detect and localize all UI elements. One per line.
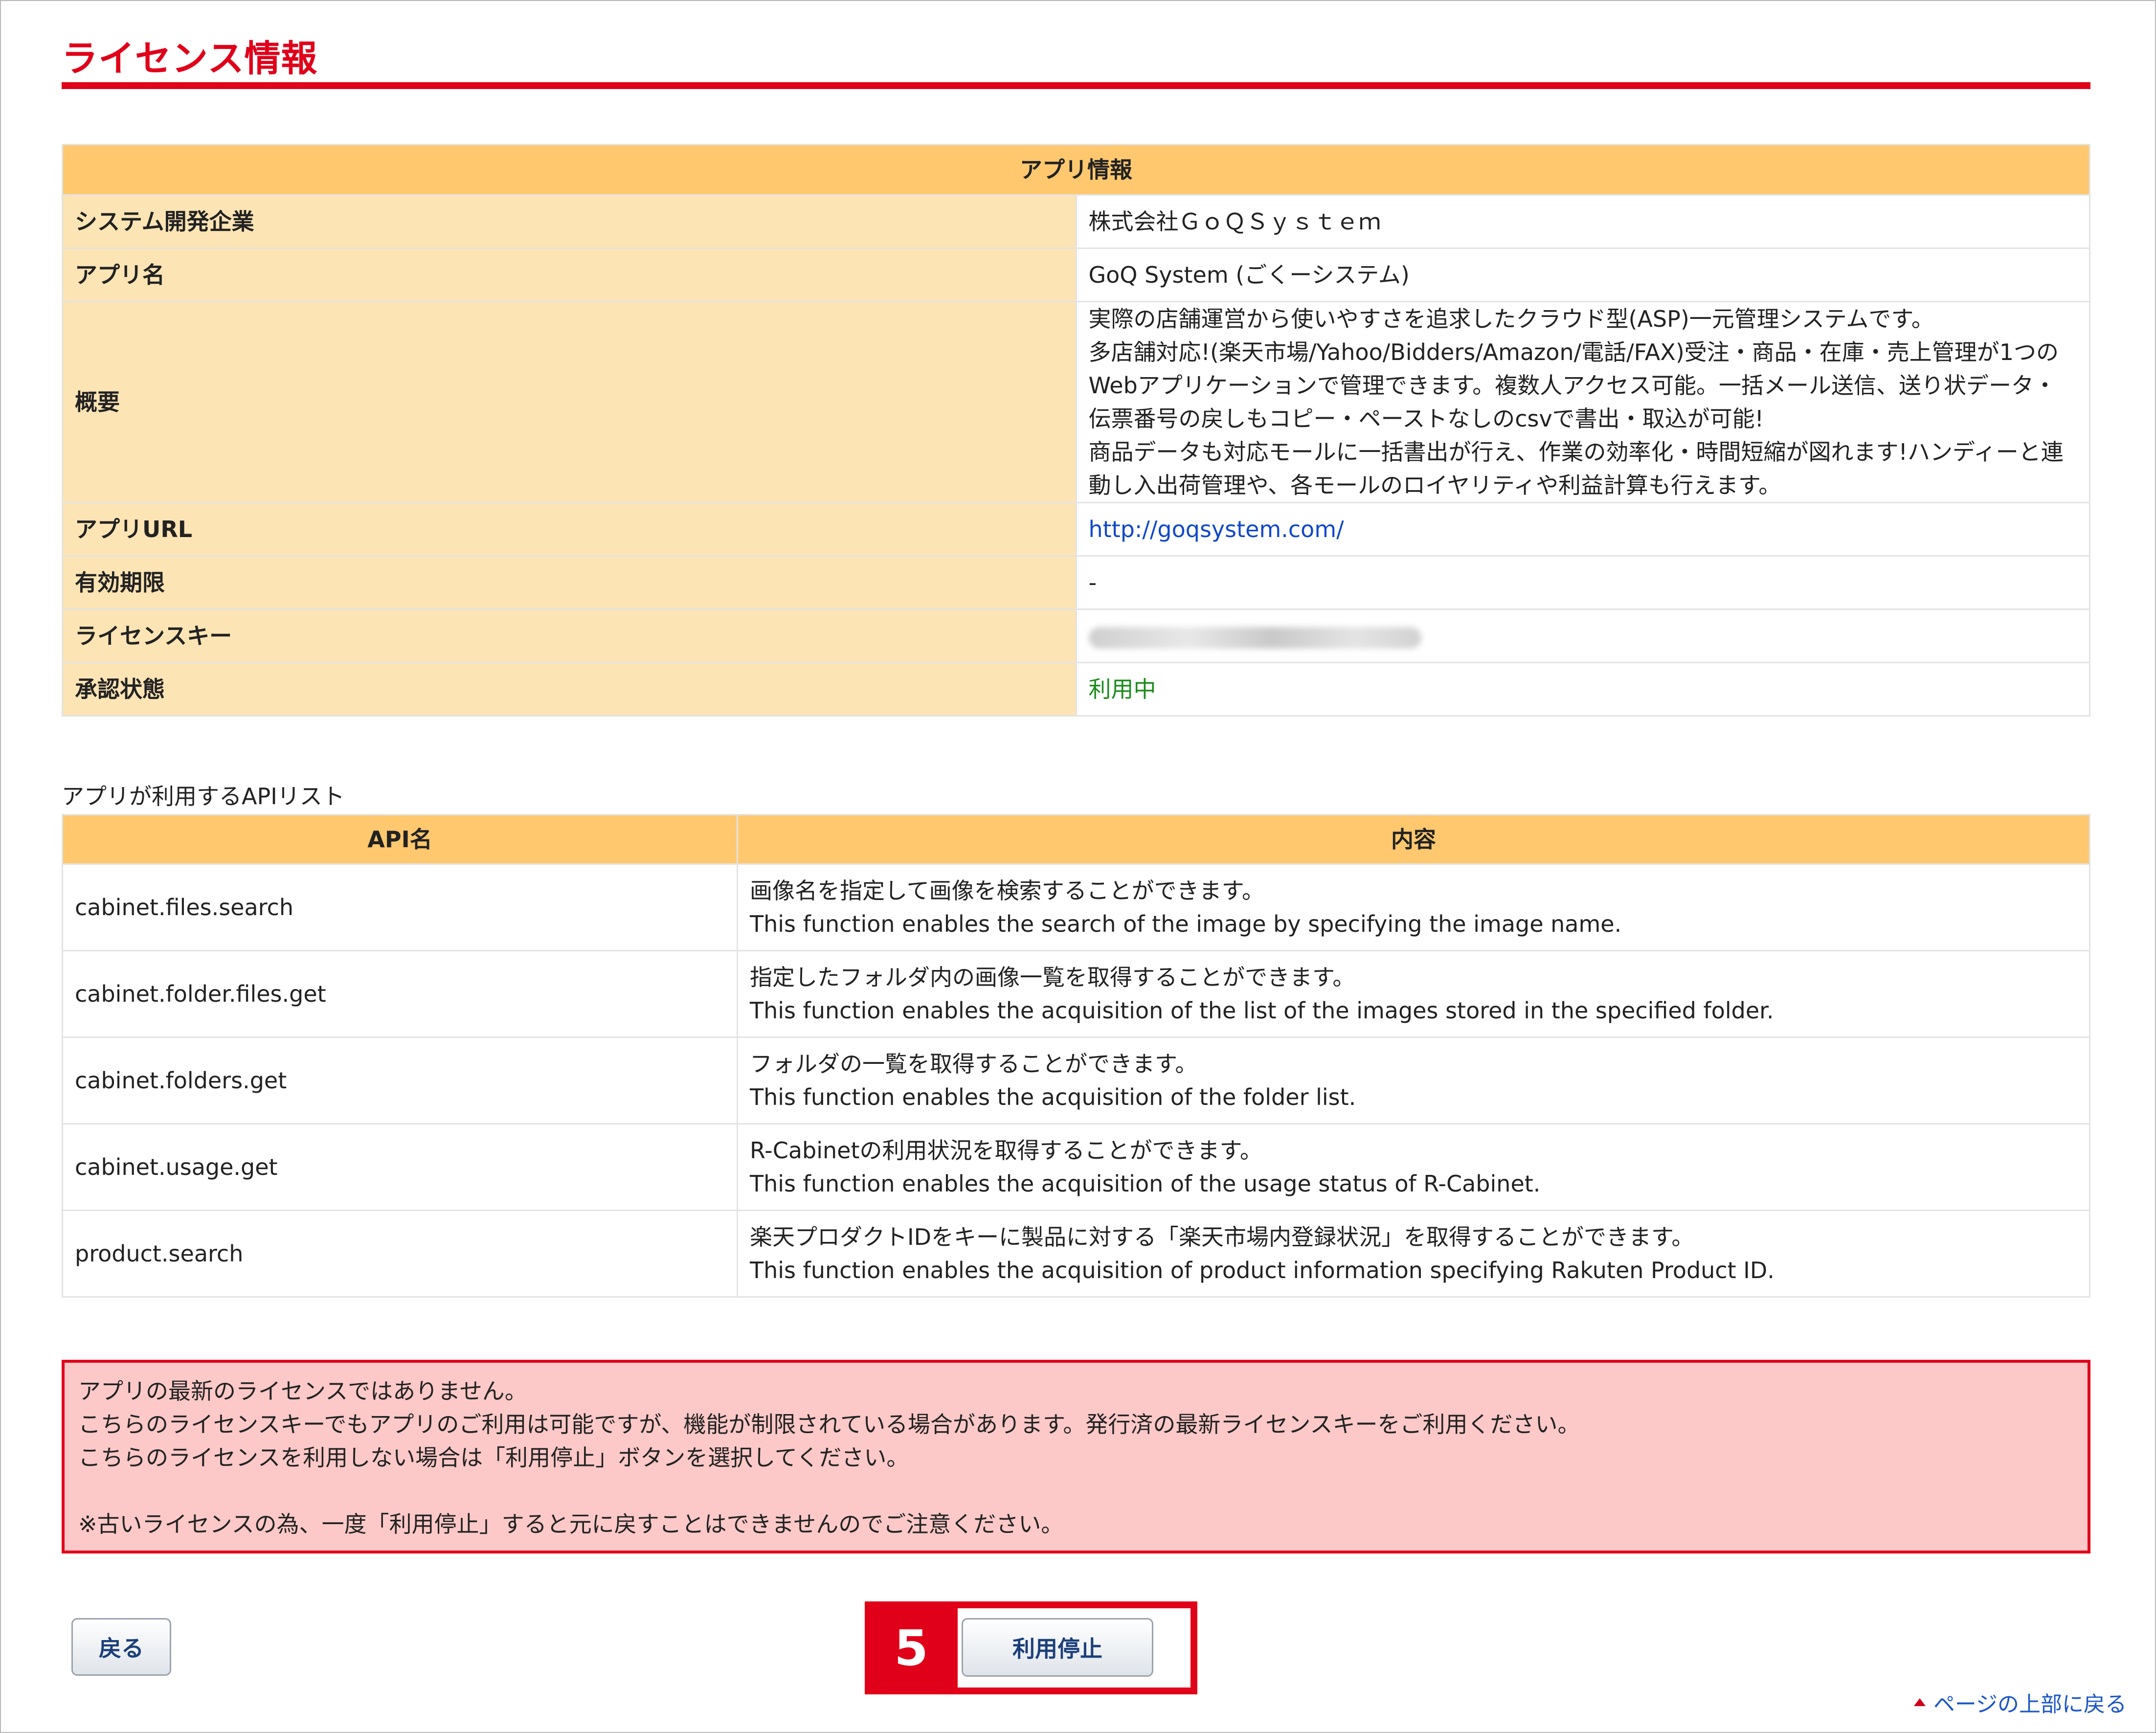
- info-row-summary: 概要 実際の店舗運営から使いやすさを追求したクラウド型(ASP)一元管理システム…: [62, 301, 2090, 503]
- api-list-caption: アプリが利用するAPIリスト: [62, 783, 345, 810]
- api-desc-en: This function enables the acquisition of…: [750, 997, 1774, 1024]
- info-label-license-key: ライセンスキー: [62, 608, 1077, 663]
- back-to-top-label: ページの上部に戻る: [1933, 1692, 2127, 1717]
- api-desc-en: This function enables the search of the …: [750, 911, 1622, 937]
- api-desc-cell: 画像名を指定して画像を検索することができます。 This function ena…: [737, 863, 2090, 951]
- api-desc-ja: 楽天プロダクトIDをキーに製品に対する「楽天市場内登録状況」を取得することができ…: [750, 1224, 1694, 1250]
- info-label-summary: 概要: [62, 301, 1077, 503]
- notice-line: こちらのライセンスを利用しない場合は「利用停止」ボタンを選択してください。: [78, 1444, 909, 1471]
- info-label-status: 承認状態: [62, 662, 1077, 717]
- triangle-up-icon: [1913, 1698, 1926, 1706]
- api-name: cabinet.folders.get: [62, 1036, 738, 1125]
- api-desc-cell: フォルダの一覧を取得することができます。 This function enable…: [737, 1036, 2090, 1125]
- table-row: cabinet.files.search 画像名を指定して画像を検索することがで…: [62, 863, 2090, 951]
- api-name: cabinet.folder.files.get: [62, 950, 738, 1038]
- api-col-desc-header: 内容: [737, 814, 2090, 865]
- info-row-url: アプリURL http://goqsystem.com/: [62, 502, 2090, 557]
- table-row: cabinet.usage.get R-Cabinetの利用状況を取得することが…: [62, 1123, 2090, 1211]
- api-desc-ja: R-Cabinetの利用状況を取得することができます。: [750, 1137, 1262, 1164]
- api-name: product.search: [62, 1210, 738, 1298]
- table-row: product.search 楽天プロダクトIDをキーに製品に対する「楽天市場内…: [62, 1210, 2090, 1298]
- api-name: cabinet.files.search: [62, 863, 738, 951]
- step-number-badge: 5: [894, 1619, 928, 1677]
- page-title: ライセンス情報: [62, 38, 318, 80]
- stop-usage-button[interactable]: 利用停止: [962, 1618, 1153, 1677]
- info-row-license-key: ライセンスキー: [62, 608, 2090, 663]
- notice-warning: ※古いライセンスの為、一度「利用停止」すると元に戻すことはできませんのでご注意く…: [78, 1511, 1064, 1537]
- info-value-status: 利用中: [1075, 662, 2090, 717]
- api-desc-ja: 画像名を指定して画像を検索することができます。: [750, 878, 1265, 904]
- info-value-company: 株式会社ＧｏＱＳｙｓｔｅｍ: [1075, 194, 2090, 249]
- table-row: cabinet.folders.get フォルダの一覧を取得することができます。…: [62, 1036, 2090, 1125]
- api-desc-en: This function enables the acquisition of…: [750, 1257, 1774, 1283]
- info-value-summary: 実際の店舗運営から使いやすさを追求したクラウド型(ASP)一元管理システムです。…: [1075, 301, 2090, 503]
- info-label-app-name: アプリ名: [62, 248, 1077, 302]
- api-desc-cell: R-Cabinetの利用状況を取得することができます。 This function…: [737, 1123, 2090, 1211]
- app-info-table: アプリ情報 システム開発企業 株式会社ＧｏＱＳｙｓｔｅｍ アプリ名 GoQ Sy…: [62, 144, 2090, 717]
- info-value-url-cell: http://goqsystem.com/: [1075, 502, 2090, 557]
- api-name: cabinet.usage.get: [62, 1123, 738, 1211]
- blurred-license-key: [1088, 627, 1421, 649]
- api-col-name-header: API名: [62, 814, 738, 865]
- info-row-expiry: 有効期限 -: [62, 555, 2090, 610]
- info-row-app-name: アプリ名 GoQ System (ごくーシステム): [62, 248, 2090, 302]
- api-desc-en: This function enables the acquisition of…: [750, 1170, 1541, 1197]
- step-callout-highlight: 5 利用停止: [865, 1601, 1197, 1694]
- api-list-table: API名 内容 cabinet.files.search 画像名を指定して画像を…: [62, 814, 2090, 1298]
- app-url-link[interactable]: http://goqsystem.com/: [1089, 516, 1344, 542]
- back-button[interactable]: 戻る: [71, 1618, 171, 1676]
- outdated-license-notice: アプリの最新のライセンスではありません。 こちらのライセンスキーでもアプリのご利…: [62, 1360, 2090, 1553]
- page-frame: ライセンス情報 アプリ情報 システム開発企業 株式会社ＧｏＱＳｙｓｔｅｍ アプリ…: [0, 0, 2156, 1733]
- title-underline: [62, 82, 2090, 89]
- notice-line: アプリの最新のライセンスではありません。: [78, 1378, 527, 1404]
- app-info-header: アプリ情報: [62, 144, 2090, 196]
- info-row-company: システム開発企業 株式会社ＧｏＱＳｙｓｔｅｍ: [62, 194, 2090, 249]
- api-desc-en: This function enables the acquisition of…: [750, 1084, 1356, 1110]
- info-row-status: 承認状態 利用中: [62, 662, 2090, 717]
- api-desc-cell: 楽天プロダクトIDをキーに製品に対する「楽天市場内登録状況」を取得することができ…: [737, 1210, 2090, 1298]
- info-value-license-key-cell: [1075, 608, 2090, 663]
- info-value-expiry: -: [1075, 555, 2090, 610]
- info-label-company: システム開発企業: [62, 194, 1077, 249]
- info-label-url: アプリURL: [62, 502, 1077, 557]
- info-label-expiry: 有効期限: [62, 555, 1077, 610]
- notice-line: こちらのライセンスキーでもアプリのご利用は可能ですが、機能が制限されている場合が…: [78, 1411, 1580, 1438]
- api-desc-ja: 指定したフォルダ内の画像一覧を取得することができます。: [750, 964, 1355, 990]
- callout-inner: 利用停止: [958, 1608, 1190, 1688]
- back-to-top-link[interactable]: ページの上部に戻る: [1913, 1687, 2127, 1718]
- api-desc-cell: 指定したフォルダ内の画像一覧を取得することができます。 This function…: [737, 950, 2090, 1038]
- info-value-app-name: GoQ System (ごくーシステム): [1075, 248, 2090, 302]
- table-row: cabinet.folder.files.get 指定したフォルダ内の画像一覧を…: [62, 950, 2090, 1038]
- api-desc-ja: フォルダの一覧を取得することができます。: [750, 1051, 1198, 1077]
